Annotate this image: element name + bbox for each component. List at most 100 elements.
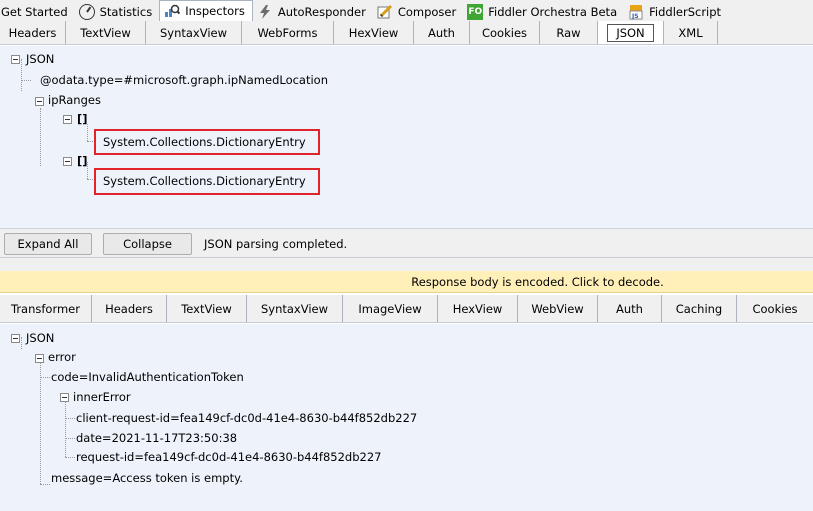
tab-label: Composer <box>397 4 457 19</box>
request-json-tree: JSON @odata.type=#microsoft.graph.ipName… <box>0 46 813 228</box>
tree-connector <box>65 401 66 457</box>
tree-node-root[interactable]: JSON <box>26 52 54 66</box>
tab-label: HexView <box>348 25 399 40</box>
tab-label: WebView <box>531 301 584 316</box>
tab-response-textview[interactable]: TextView <box>167 295 247 322</box>
expand-all-button[interactable]: Expand All <box>4 233 92 255</box>
tab-request-textview[interactable]: TextView <box>66 21 146 44</box>
response-inspector-tabs: Transformer Headers TextView SyntaxView … <box>0 295 813 323</box>
tab-label: HexView <box>452 301 503 316</box>
tree-node-client-request-id[interactable]: client-request-id=fea149cf-dc0d-41e4-863… <box>76 411 417 425</box>
tab-request-headers[interactable]: Headers <box>0 21 66 44</box>
tab-label: JSON <box>607 23 654 42</box>
tab-response-auth[interactable]: Auth <box>598 295 662 322</box>
tree-node-dictionary-entry[interactable]: System.Collections.DictionaryEntry <box>103 174 306 188</box>
tab-label: FiddlerScript <box>649 4 722 19</box>
tree-connector <box>40 377 50 378</box>
tab-label: TextView <box>80 25 131 40</box>
tab-fiddler-orchestra[interactable]: FO Fiddler Orchestra Beta <box>463 2 624 21</box>
tab-response-imageview[interactable]: ImageView <box>343 295 438 322</box>
decode-notice-text[interactable]: Response body is encoded. Click to decod… <box>411 275 664 289</box>
collapse-toggle[interactable] <box>63 115 72 124</box>
tab-request-auth[interactable]: Auth <box>414 21 470 44</box>
tree-node-ipranges[interactable]: ipRanges <box>48 93 101 107</box>
tab-label: Raw <box>556 25 581 40</box>
tab-response-syntaxview[interactable]: SyntaxView <box>247 295 343 322</box>
tree-connector <box>21 59 22 91</box>
parse-status: JSON parsing completed. <box>204 237 348 251</box>
tab-composer[interactable]: Composer <box>373 2 463 21</box>
tree-connector <box>21 80 31 81</box>
tab-label: WebForms <box>257 25 318 40</box>
tab-response-headers[interactable]: Headers <box>92 295 167 322</box>
collapse-toggle[interactable] <box>11 334 20 343</box>
tab-label: Cookies <box>752 301 798 316</box>
tree-node-array-item[interactable]: [] <box>77 112 88 126</box>
tab-autoresponder[interactable]: AutoResponder <box>253 2 373 21</box>
tree-connector <box>87 124 88 141</box>
tab-label: Headers <box>105 301 153 316</box>
tree-node-message[interactable]: message=Access token is empty. <box>51 471 243 485</box>
tab-label: Auth <box>428 25 455 40</box>
tree-connector <box>65 438 75 439</box>
tab-request-xml[interactable]: XML <box>664 21 718 44</box>
tab-statistics[interactable]: Statistics <box>75 2 160 21</box>
collapse-toggle[interactable] <box>11 55 20 64</box>
tab-get-started[interactable]: Get Started <box>0 2 75 21</box>
tab-label: Get Started <box>1 4 68 19</box>
tree-connector <box>40 484 50 485</box>
tree-connector <box>21 337 22 349</box>
pencil-icon <box>377 4 393 20</box>
tab-label: SyntaxView <box>159 25 228 40</box>
request-inspector-tabs: Headers TextView SyntaxView WebForms Hex… <box>0 21 813 45</box>
collapse-toggle[interactable] <box>35 354 44 363</box>
tree-node-innererror[interactable]: innerError <box>73 390 131 404</box>
tab-label: XML <box>678 25 703 40</box>
tab-response-caching[interactable]: Caching <box>662 295 737 322</box>
tree-node-dictionary-entry[interactable]: System.Collections.DictionaryEntry <box>103 135 306 149</box>
tab-label: ImageView <box>358 301 422 316</box>
tree-connector <box>65 418 75 419</box>
collapse-toggle[interactable] <box>63 157 72 166</box>
tab-response-transformer[interactable]: Transformer <box>0 295 92 322</box>
tab-fiddlerscript[interactable]: JS FiddlerScript <box>624 2 728 21</box>
tab-label: Headers <box>8 25 57 40</box>
tab-request-cookies[interactable]: Cookies <box>470 21 540 44</box>
lightning-icon <box>257 4 273 20</box>
tab-label: Cookies <box>481 25 528 40</box>
tab-request-raw[interactable]: Raw <box>540 21 598 44</box>
decode-notice-bar[interactable]: Response body is encoded. Click to decod… <box>0 271 813 293</box>
fo-icon: FO <box>467 3 484 20</box>
collapse-button[interactable]: Collapse <box>103 233 192 255</box>
tree-node-root[interactable]: JSON <box>26 331 54 345</box>
tree-node-date[interactable]: date=2021-11-17T23:50:38 <box>76 431 237 445</box>
tab-label: SyntaxView <box>260 301 329 316</box>
tab-request-webforms[interactable]: WebForms <box>242 21 334 44</box>
tab-request-hexview[interactable]: HexView <box>334 21 414 44</box>
collapse-toggle[interactable] <box>60 393 69 402</box>
tab-response-hexview[interactable]: HexView <box>438 295 518 322</box>
stopwatch-icon <box>78 3 95 20</box>
tree-connector <box>40 108 41 166</box>
tab-response-webview[interactable]: WebView <box>518 295 598 322</box>
tab-request-syntaxview[interactable]: SyntaxView <box>146 21 242 44</box>
tab-label: Fiddler Orchestra Beta <box>488 4 618 19</box>
tab-response-cookies[interactable]: Cookies <box>737 295 813 322</box>
tree-node-code[interactable]: code=InvalidAuthenticationToken <box>51 370 244 384</box>
json-toolbar: Expand All Collapse JSON parsing complet… <box>0 228 813 258</box>
pane-splitter[interactable] <box>0 258 813 271</box>
main-tab-strip: Get Started Statistics Inspectors AutoRe… <box>0 0 813 21</box>
collapse-toggle[interactable] <box>35 97 44 106</box>
tree-node-odata-type[interactable]: @odata.type=#microsoft.graph.ipNamedLoca… <box>40 73 328 87</box>
tab-request-json[interactable]: JSON <box>598 21 664 44</box>
tab-inspectors[interactable]: Inspectors <box>159 0 253 21</box>
tab-label: TextView <box>181 301 232 316</box>
tab-label: Statistics <box>99 4 153 19</box>
tab-label: AutoResponder <box>277 4 366 19</box>
tree-connector <box>65 457 75 458</box>
tree-node-request-id[interactable]: request-id=fea149cf-dc0d-41e4-8630-b44f8… <box>76 450 381 464</box>
svg-text:JS: JS <box>631 13 639 20</box>
tree-node-array-item[interactable]: [] <box>77 154 88 168</box>
tab-label: Auth <box>616 301 643 316</box>
tree-node-error[interactable]: error <box>48 350 76 364</box>
